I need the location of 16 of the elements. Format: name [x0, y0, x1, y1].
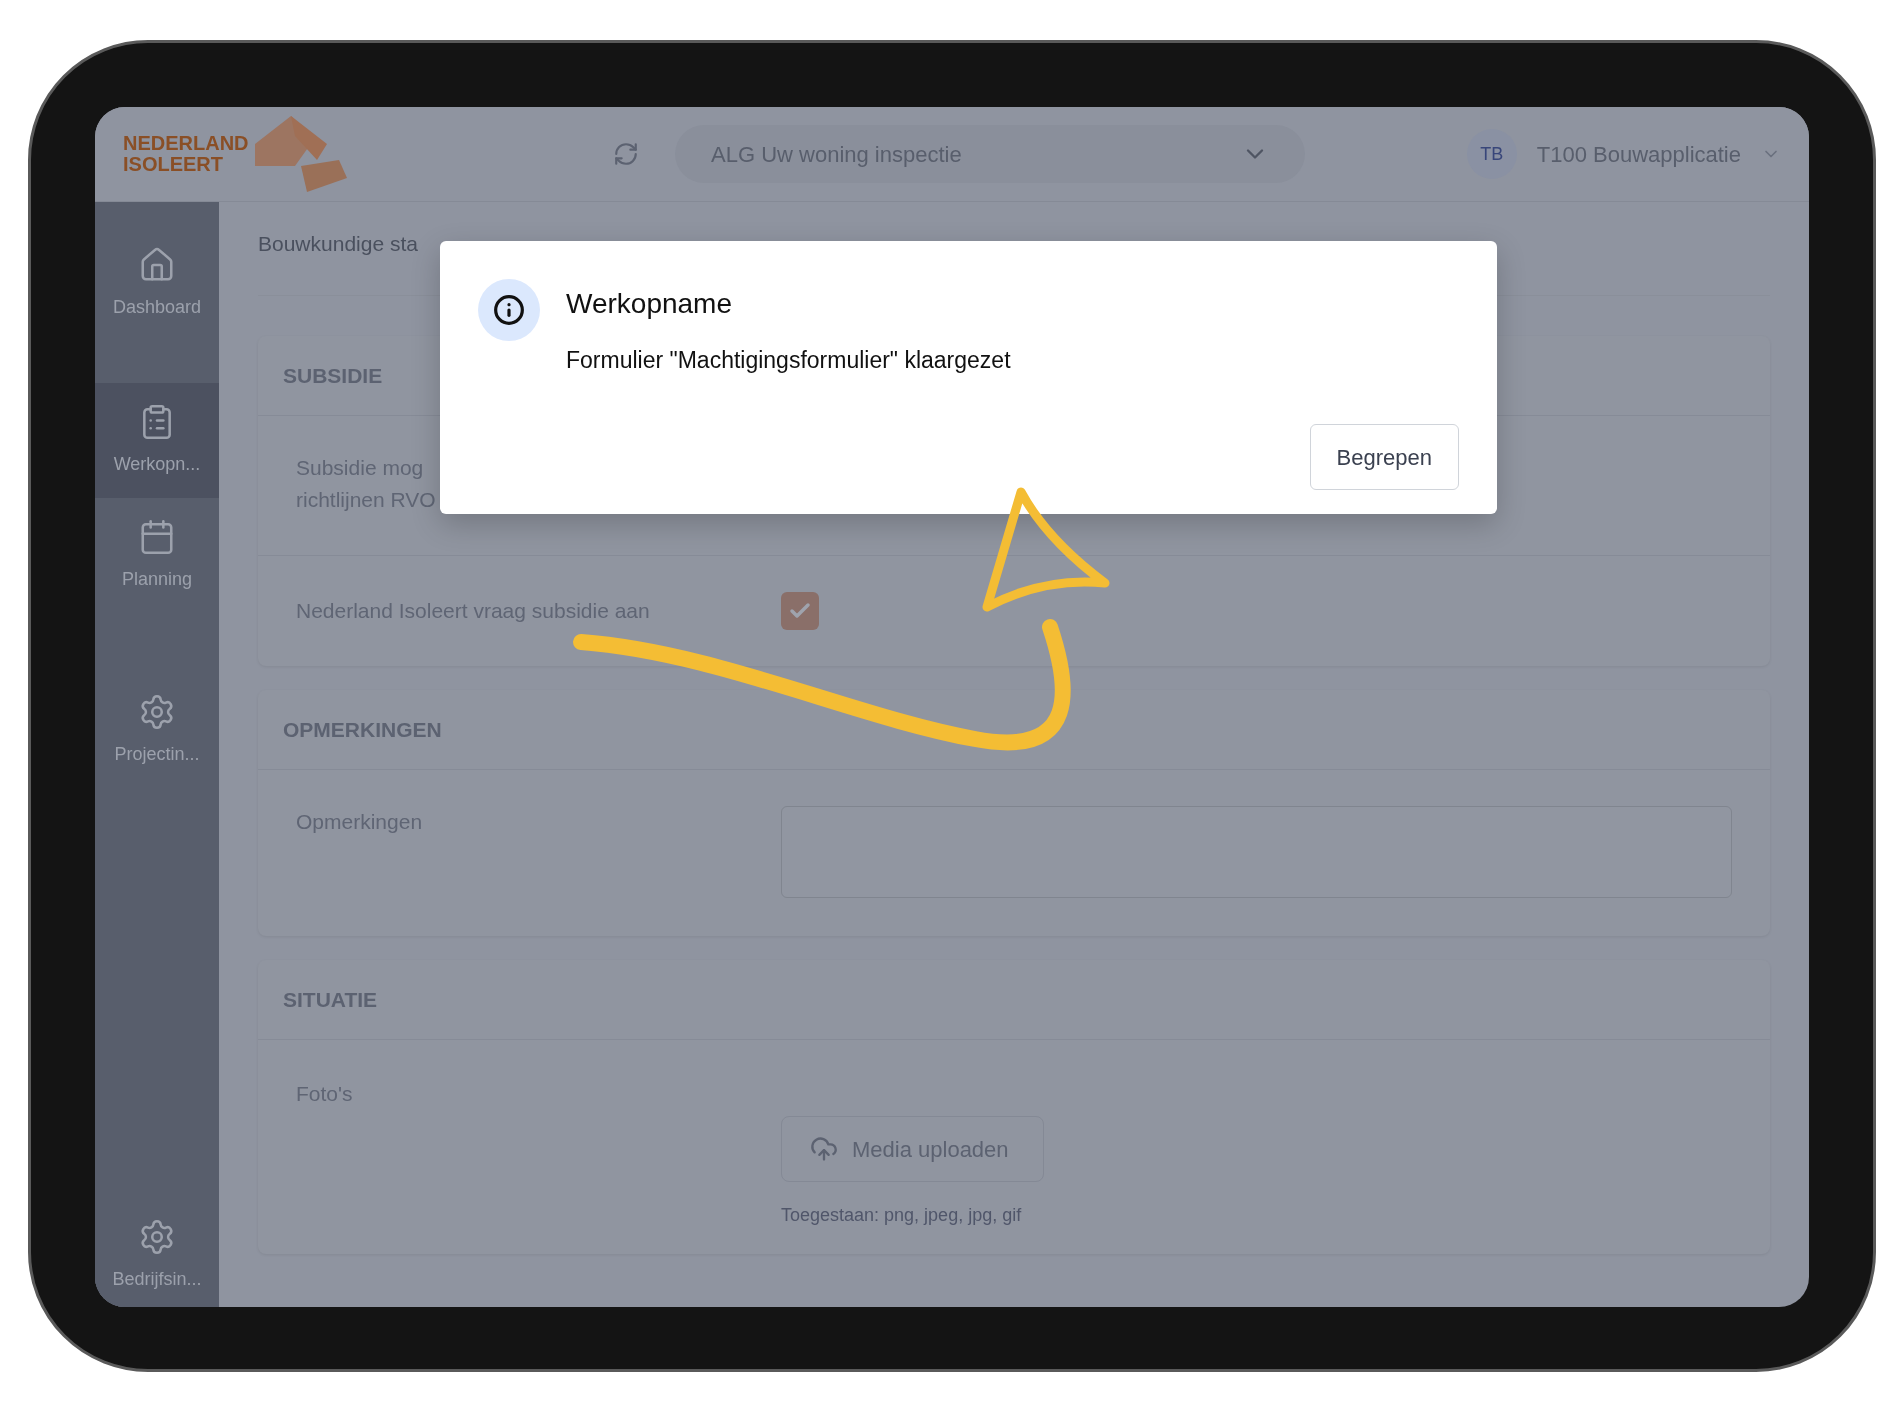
confirm-button[interactable]: Begrepen	[1309, 424, 1459, 490]
settings-icon	[138, 1218, 176, 1256]
settings-icon	[138, 693, 176, 731]
upload-icon	[810, 1135, 838, 1163]
dialog-title: Werkopname	[566, 287, 733, 321]
tab[interactable]: Bouwkundige sta	[258, 227, 418, 260]
user-avatar[interactable]: TB	[1466, 129, 1517, 179]
logo-icon	[254, 116, 347, 192]
checkbox[interactable]	[781, 592, 819, 630]
home-icon	[138, 246, 176, 284]
refresh-icon[interactable]	[613, 141, 639, 167]
logo-text: NEDERLAND ISOLEERT	[123, 133, 249, 175]
upload-hint: Toegestaan: png, jpeg, jpg, gif	[781, 1204, 1023, 1227]
calendar-icon	[138, 518, 176, 556]
sidebar-item[interactable]: Werkopn...	[95, 383, 219, 498]
dialog-message: Formulier "Machtigingsformulier" klaargezet	[566, 346, 1011, 375]
